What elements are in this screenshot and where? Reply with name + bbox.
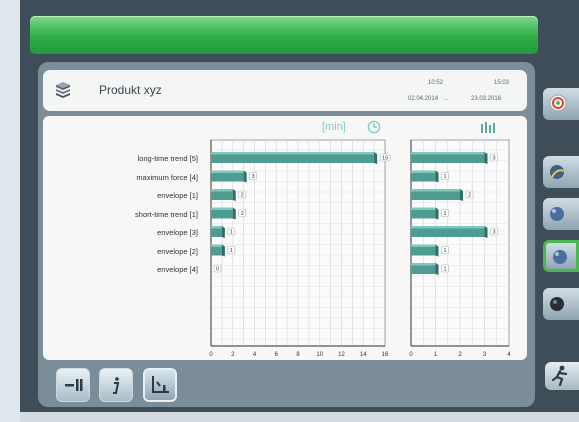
- running-exit-icon: [551, 365, 568, 387]
- globe-2-icon: [550, 207, 564, 221]
- category-label: maximum force [4]: [136, 172, 198, 182]
- category-label: envelope [3]: [157, 228, 198, 237]
- info-icon: [113, 377, 120, 394]
- category-label: long-time trend [5]: [137, 154, 198, 163]
- info-button[interactable]: [99, 368, 133, 402]
- target-button[interactable]: [543, 88, 579, 120]
- exit-button[interactable]: [545, 362, 579, 390]
- bottom-strip: [20, 412, 579, 422]
- date-separator: ...: [443, 96, 449, 102]
- view-button-4[interactable]: [543, 288, 579, 320]
- date-to: 23.03.2016: [471, 96, 502, 102]
- zero-reset-icon: [65, 379, 83, 391]
- target-icon: [549, 94, 567, 112]
- clock-icon[interactable]: [367, 120, 381, 134]
- view-button-3[interactable]: [543, 240, 579, 272]
- title-bar: [30, 16, 538, 54]
- globe-4-icon: [550, 297, 564, 311]
- time-to: 15:03: [494, 80, 510, 86]
- view-button-2[interactable]: [543, 198, 579, 230]
- unit-label: [min]: [322, 121, 346, 133]
- view-button-1[interactable]: [543, 156, 579, 188]
- category-label: short-time trend [1]: [135, 209, 198, 219]
- chart-area: [43, 116, 527, 360]
- measure-button[interactable]: [143, 368, 177, 402]
- ruler-marker-icon: [152, 376, 169, 393]
- reset-button[interactable]: [56, 368, 90, 402]
- product-title: Produkt xyz: [99, 83, 162, 97]
- category-label: envelope [4]: [157, 265, 198, 274]
- globe-1-icon: [550, 165, 565, 179]
- globe-3-icon: [553, 250, 567, 264]
- category-label: envelope [2]: [157, 246, 198, 256]
- histogram-icon[interactable]: [480, 121, 498, 133]
- time-from: 10:52: [428, 80, 444, 86]
- product-stack-icon: [56, 82, 70, 98]
- date-from: 02.04.2014: [408, 96, 439, 102]
- category-label: envelope [1]: [157, 191, 198, 200]
